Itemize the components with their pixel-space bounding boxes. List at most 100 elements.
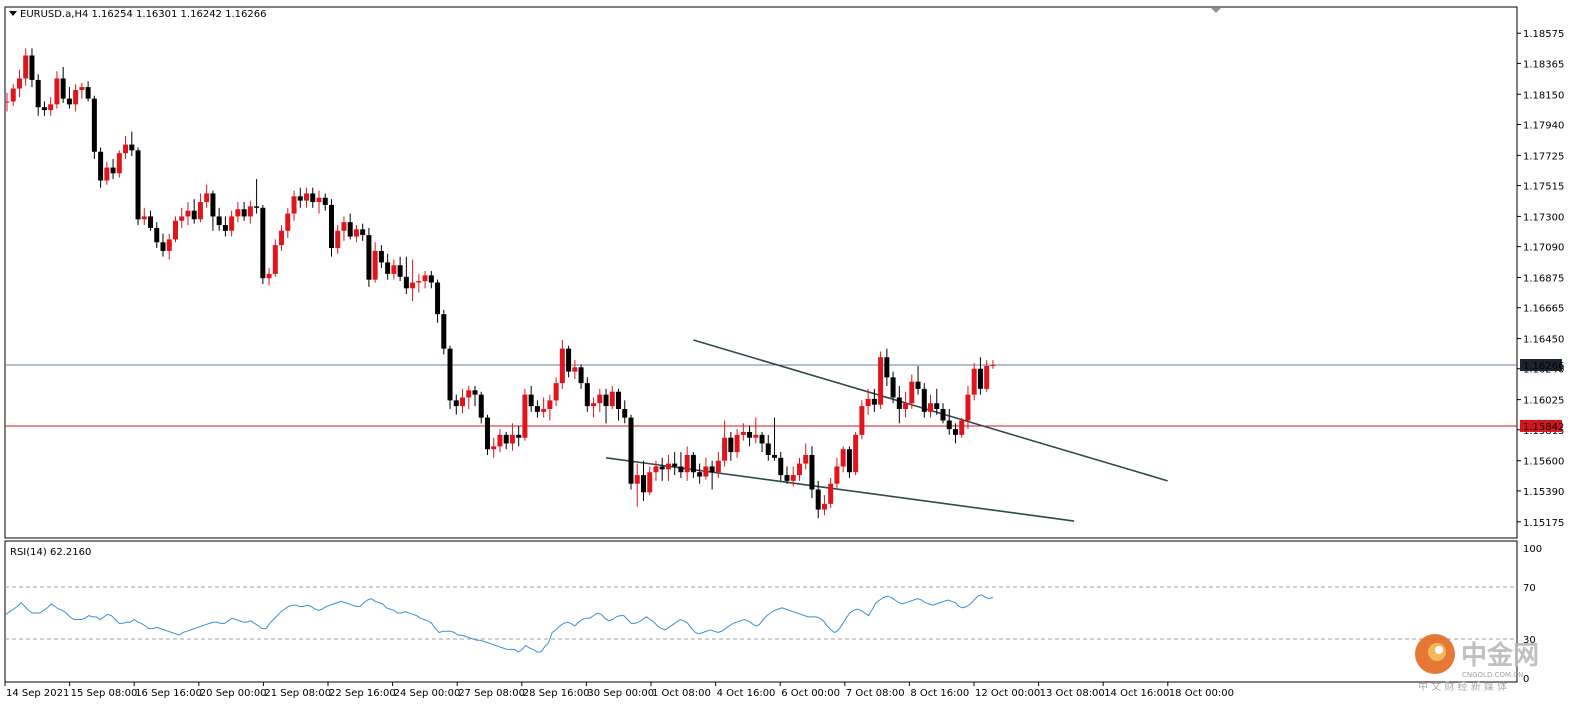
candle-body — [48, 104, 54, 111]
candle-body — [815, 489, 821, 510]
candle-body — [472, 390, 478, 395]
candle-body — [4, 101, 10, 103]
time-tick-label: 18 Oct 00:00 — [1169, 688, 1234, 699]
time-tick-label: 7 Oct 08:00 — [846, 688, 905, 699]
candle-body — [85, 87, 91, 99]
candle-body — [803, 454, 809, 464]
candle-body — [466, 390, 472, 398]
candle-body — [35, 79, 41, 108]
rsi-pane[interactable] — [4, 540, 1518, 683]
candle-body — [616, 391, 622, 409]
candle-body — [865, 398, 871, 407]
candle-body — [347, 222, 353, 237]
price-tick-label: 1.18365 — [1523, 59, 1564, 70]
candle-body — [410, 282, 416, 289]
candle-body — [416, 281, 422, 283]
candle-body — [335, 230, 341, 249]
candle-body — [665, 463, 671, 470]
candle-body — [385, 262, 391, 274]
time-tick-label: 4 Oct 16:00 — [717, 688, 776, 699]
candle-body — [54, 78, 60, 105]
time-tick-label: 14 Oct 16:00 — [1104, 688, 1169, 699]
time-tick-label: 1 Oct 08:00 — [652, 688, 711, 699]
candle-body — [821, 503, 827, 510]
candle-body — [516, 434, 522, 438]
candle-body — [640, 475, 646, 493]
candle-body — [484, 417, 490, 450]
price-tick-label: 1.16665 — [1523, 304, 1564, 315]
time-tick-label: 6 Oct 00:00 — [781, 688, 840, 699]
candle-body — [946, 420, 952, 430]
candle-body — [722, 437, 728, 461]
candle-body — [566, 348, 572, 372]
chart-root: 1.18575 1.18365 1.18150 1.17940 1.17725 1.175… — [0, 0, 1585, 711]
price-tick-label: 1.17300 — [1523, 212, 1564, 223]
candle-body — [172, 220, 178, 240]
time-tick-label: 14 Sep 2021 — [6, 688, 69, 699]
candle-body — [859, 406, 865, 435]
candle-body — [104, 167, 110, 181]
candle-body — [709, 466, 715, 473]
price-tick-label: 1.17940 — [1523, 120, 1564, 131]
time-tick-label: 13 Oct 08:00 — [1040, 688, 1105, 699]
candle-body — [478, 394, 484, 418]
support-level-label: 1.15842 — [1523, 422, 1564, 433]
candle-body — [765, 443, 771, 455]
price-tick-label: 1.16875 — [1523, 274, 1564, 285]
candle-body — [148, 216, 154, 228]
candle-body — [397, 265, 403, 277]
candle-body — [659, 466, 665, 470]
candle-body — [828, 483, 834, 504]
candle-body — [141, 216, 147, 220]
candle-body — [116, 153, 122, 174]
candle-body — [322, 197, 328, 205]
time-tick-label: 30 Sep 00:00 — [587, 688, 654, 699]
candle-body — [254, 206, 260, 208]
candle-body — [553, 383, 559, 401]
price-tick-label: 1.17515 — [1523, 182, 1564, 193]
candle-body — [678, 466, 684, 473]
candle-body — [210, 193, 216, 217]
time-tick-label: 15 Sep 08:00 — [71, 688, 138, 699]
candle-body — [634, 475, 640, 484]
candle-body — [903, 403, 909, 409]
price-tick-label: 1.16025 — [1523, 396, 1564, 407]
candle-body — [578, 367, 584, 384]
candle-body — [740, 431, 746, 435]
candle-body — [584, 383, 590, 407]
candle-body — [672, 463, 678, 467]
candle-body — [790, 475, 796, 481]
candle-body — [653, 466, 659, 473]
price-tick-label: 1.18575 — [1523, 29, 1564, 40]
time-tick-label: 12 Oct 00:00 — [975, 688, 1040, 699]
candle-body — [509, 434, 515, 444]
time-tick-label: 8 Oct 16:00 — [910, 688, 969, 699]
candle-body — [971, 368, 977, 395]
candle-body — [784, 475, 790, 481]
candle-body — [609, 391, 615, 407]
candle-body — [715, 460, 721, 473]
candle-body — [291, 196, 297, 214]
candle-body — [834, 466, 840, 484]
candle-body — [853, 434, 859, 473]
candle-body — [166, 239, 172, 251]
price-tick-label: 1.17725 — [1523, 151, 1564, 162]
candle-body — [79, 87, 85, 90]
candle-body — [977, 368, 983, 389]
candle-body — [73, 89, 79, 105]
candle-body — [896, 397, 902, 409]
candle-body — [572, 367, 578, 372]
candle-body — [179, 216, 185, 221]
candle-body — [697, 472, 703, 477]
price-pane[interactable] — [4, 6, 1518, 539]
candle-body — [16, 78, 22, 89]
candle-body — [796, 463, 802, 476]
candle-body — [934, 403, 940, 409]
candle-body — [10, 88, 16, 102]
candle-body — [772, 454, 778, 458]
candle-body — [915, 381, 921, 389]
watermark-domain: CNGOLD.COM.CN — [1462, 671, 1523, 679]
candle-body — [778, 457, 784, 476]
candle-body — [360, 229, 366, 236]
rsi-tick-label: 70 — [1523, 583, 1536, 594]
